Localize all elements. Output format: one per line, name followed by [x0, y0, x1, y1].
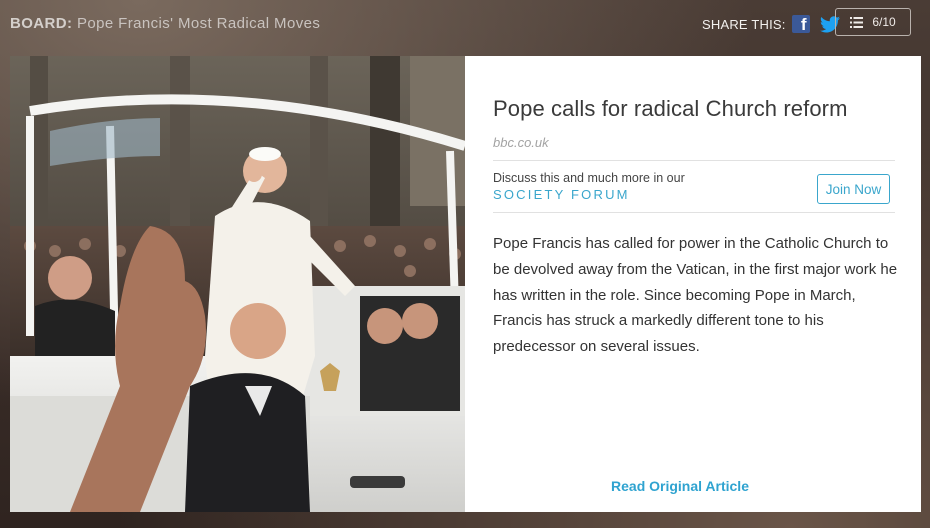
article-photo	[10, 56, 465, 512]
forum-prompt: Discuss this and much more in our	[493, 171, 685, 185]
board-title: BOARD: Pope Francis' Most Radical Moves	[10, 15, 320, 33]
slide-counter: 6/10	[872, 15, 896, 29]
article-source: bbc.co.uk	[493, 135, 549, 150]
divider-top	[493, 160, 895, 161]
divider-bottom	[493, 212, 895, 213]
share-label: SHARE THIS:	[702, 16, 786, 32]
list-icon	[850, 16, 864, 28]
board-name: Pope Francis' Most Radical Moves	[76, 15, 321, 32]
society-forum-link[interactable]: SOCIETY FORUM	[493, 187, 630, 202]
read-original-article-link[interactable]: Read Original Article	[465, 478, 895, 494]
join-now-button[interactable]: Join Now	[817, 174, 890, 204]
article-headline: Pope calls for radical Church reform	[493, 96, 848, 121]
article-panel: Pope calls for radical Church reform bbc…	[465, 56, 921, 512]
pope-photo-illustration	[10, 56, 465, 512]
slide-counter-button[interactable]: 6/10	[835, 8, 911, 36]
facebook-icon[interactable]: f	[791, 15, 810, 33]
board-prefix: BOARD:	[10, 15, 73, 32]
article-body: Pope Francis has called for power in the…	[493, 235, 898, 356]
share-bar: SHARE THIS: f	[702, 14, 840, 34]
